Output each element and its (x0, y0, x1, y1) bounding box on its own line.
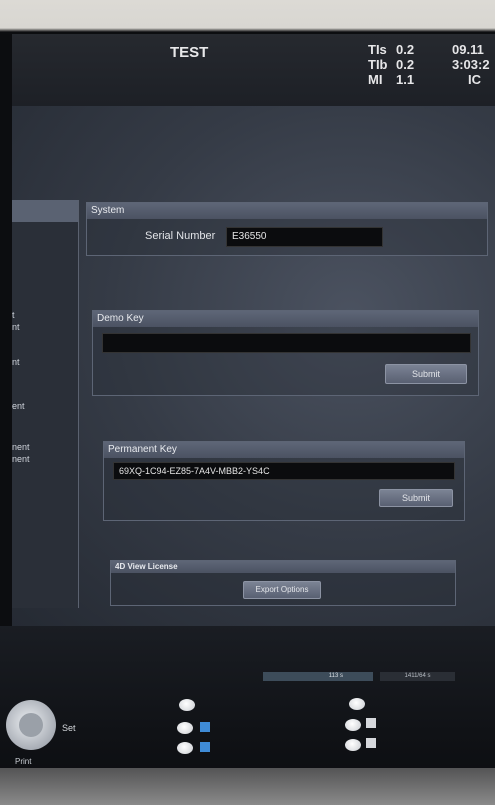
tib-value: 0.2 (396, 57, 415, 72)
softkey-button-2[interactable] (177, 722, 193, 734)
mi-value: 1.1 (396, 72, 415, 87)
demo-submit-button[interactable]: Submit (385, 364, 467, 384)
left-menu-item[interactable]: nt (12, 357, 20, 367)
tis-label: TIs (368, 42, 387, 57)
serial-number-label: Serial Number (145, 230, 216, 242)
softkey-button-3[interactable] (177, 742, 193, 754)
permanent-submit-button[interactable]: Submit (379, 489, 453, 507)
time-text: 3:03:2 (452, 57, 490, 72)
patient-title: TEST (170, 44, 209, 61)
demo-key-heading: Demo Key (93, 311, 478, 327)
softkey-button-5[interactable] (345, 719, 361, 731)
monitor-bezel (0, 768, 495, 805)
printer-icon (366, 718, 376, 728)
save-icon (200, 742, 210, 752)
ic-text: IC (468, 72, 481, 87)
left-menu-selected-item[interactable] (12, 200, 78, 222)
permanent-key-group: Permanent Key (103, 441, 465, 521)
save-icon (200, 722, 210, 732)
permanent-key-input[interactable]: 69XQ-1C94-EZ85-7A4V-MBB2-YS4C (113, 462, 455, 480)
tis-row: TIs 0.2 (368, 42, 414, 57)
tib-label: TIb (368, 57, 388, 72)
view-license-heading: 4D View License (111, 561, 455, 573)
permanent-key-heading: Permanent Key (104, 442, 464, 458)
tib-row: TIb 0.2 (368, 57, 414, 72)
set-label: Set (62, 723, 76, 733)
left-menu-item[interactable]: t (12, 310, 15, 320)
softkey-button-6[interactable] (345, 739, 361, 751)
date-text: 09.11 (452, 42, 484, 57)
trackball-set-knob[interactable] (6, 700, 56, 750)
top-header-bar (12, 34, 495, 106)
export-options-button[interactable]: Export Options (243, 581, 321, 599)
cine-progress-bar[interactable]: 113 s (263, 672, 373, 681)
mi-label: MI (368, 72, 383, 87)
serial-number-field[interactable]: E36550 (226, 227, 383, 247)
tis-value: 0.2 (396, 42, 415, 57)
printer-icon (366, 738, 376, 748)
cine-frame-counter: 1411/64 s (380, 672, 455, 681)
demo-key-input[interactable] (102, 333, 471, 353)
left-menu-item[interactable]: ent (12, 401, 25, 411)
left-menu-panel: t nt nt ent nent nent (12, 200, 79, 608)
mi-row: MI 1.1 (368, 72, 414, 87)
thermal-index-readout: TIs 0.2 TIb 0.2 MI 1.1 (368, 42, 414, 87)
left-menu-item[interactable]: nt (12, 322, 20, 332)
left-menu-item[interactable]: nent (12, 442, 30, 452)
ultrasound-screen: TEST TIs 0.2 TIb 0.2 MI 1.1 09.11 3:03:2 IC… (0, 0, 495, 805)
print-label: Print (15, 757, 32, 766)
system-heading: System (87, 203, 487, 219)
date-time-readout: 09.11 3:03:2 IC (452, 42, 490, 87)
softkey-button-4[interactable] (349, 698, 365, 710)
softkey-button-1[interactable] (179, 699, 195, 711)
left-menu-item[interactable]: nent (12, 454, 30, 464)
